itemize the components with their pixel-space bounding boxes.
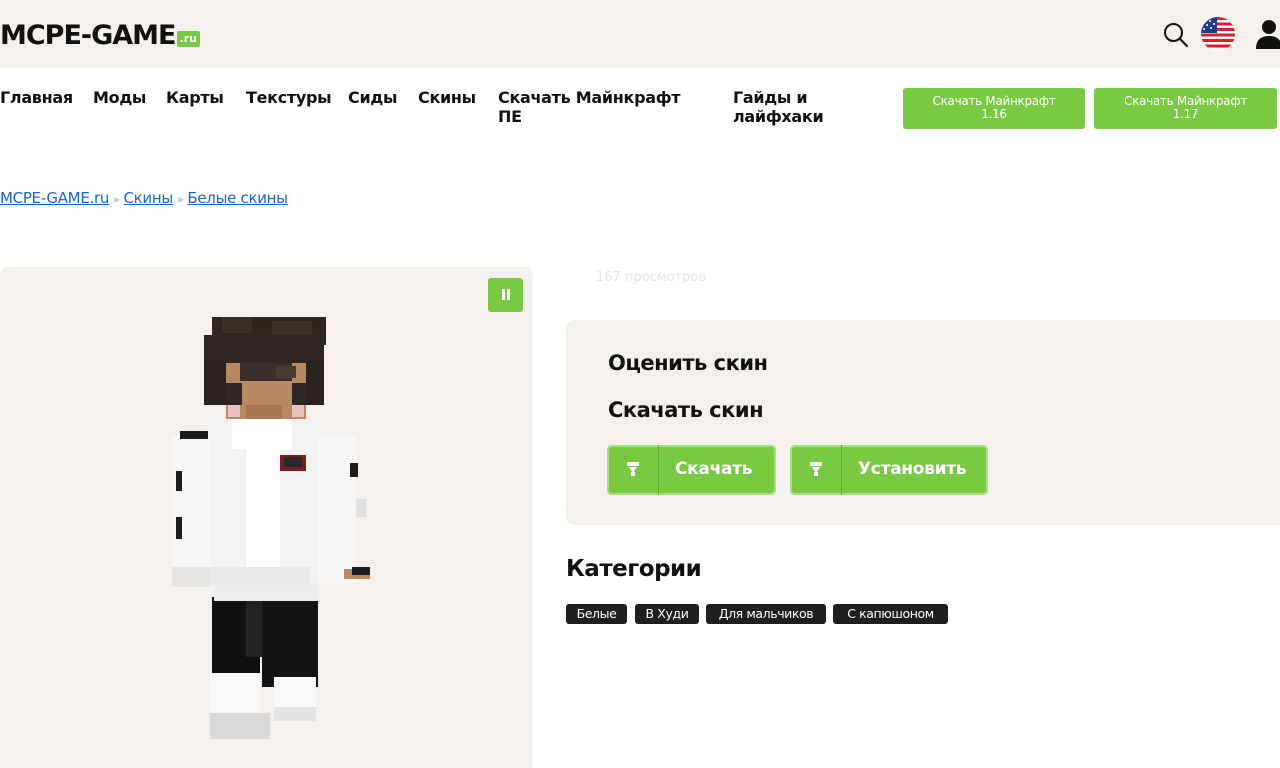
install-skin-button[interactable]: Установить [790, 445, 988, 495]
download-button-version: 1.17 [1172, 107, 1199, 121]
logo-suffix: .ru [176, 31, 200, 47]
rate-skin-heading: Оценить скин [608, 351, 768, 375]
nav-item-mods[interactable]: Моды [93, 88, 146, 107]
download-skin-button[interactable]: Скачать [607, 445, 776, 495]
category-tag-hooded[interactable]: С капюшоном [833, 604, 948, 624]
nav-item-skins[interactable]: Скины [418, 88, 476, 107]
view-count: 167 просмотров [596, 270, 706, 285]
us-flag-icon[interactable] [1200, 16, 1236, 52]
nav-item-maps[interactable]: Карты [166, 88, 224, 107]
breadcrumb: MCPE-GAME.ru» Скины» Белые скины [0, 189, 288, 207]
categories-heading: Категории [566, 556, 702, 582]
nav-item-seeds[interactable]: Сиды [348, 88, 397, 107]
skin-preview-panel[interactable] [0, 267, 533, 768]
download-minecraft-117-button[interactable]: Скачать Майнкрафт 1.17 [1094, 88, 1277, 129]
download-minecraft-116-button[interactable]: Скачать Майнкрафт 1.16 [903, 88, 1085, 129]
nav-item-guides[interactable]: Гайды и лайфхаки [733, 88, 843, 126]
category-tag-hoodie[interactable]: В Худи [635, 604, 699, 624]
download-button-version: 1.16 [981, 107, 1007, 121]
search-icon[interactable] [1162, 21, 1190, 49]
nav-item-download-mcpe[interactable]: Скачать Майнкрафт ПЕ [498, 88, 698, 126]
skin-model-image [172, 317, 370, 739]
install-skin-label: Установить [858, 459, 967, 479]
user-icon[interactable] [1254, 18, 1280, 50]
logo-text: MCPE-GAME [0, 20, 176, 51]
breadcrumb-home-link[interactable]: MCPE-GAME.ru [0, 189, 109, 207]
category-tag-boys[interactable]: Для мальчиков [706, 604, 826, 624]
breadcrumb-separator: » [176, 193, 184, 206]
download-skin-heading: Скачать скин [608, 398, 764, 422]
install-icon [790, 445, 842, 495]
pause-animation-button[interactable] [488, 278, 523, 312]
category-tag-white[interactable]: Белые [566, 604, 627, 624]
download-skin-label: Скачать [675, 459, 753, 479]
nav-item-home[interactable]: Главная [0, 88, 73, 107]
breadcrumb-separator: » [113, 193, 120, 206]
breadcrumb-white-skins-link[interactable]: Белые скины [187, 189, 288, 207]
nav-item-textures[interactable]: Текстуры [246, 88, 332, 107]
site-logo[interactable]: MCPE-GAME .ru [0, 20, 200, 51]
download-icon [607, 445, 659, 495]
breadcrumb-skins-link[interactable]: Скины [123, 189, 173, 207]
